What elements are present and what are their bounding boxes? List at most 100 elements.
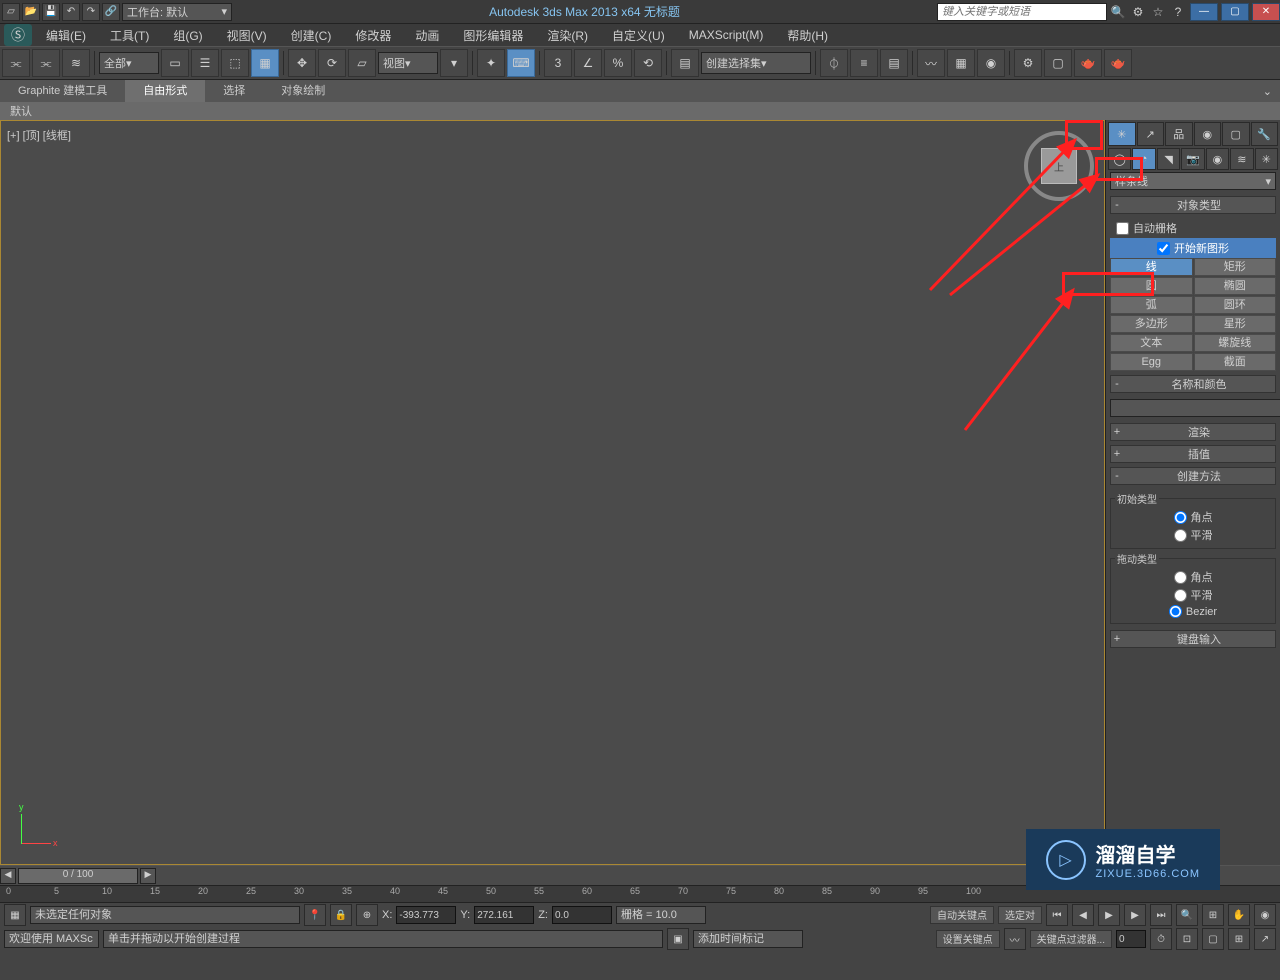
lock-selection-icon[interactable]: 📍 — [304, 904, 326, 926]
comm-center-icon2[interactable]: ▣ — [667, 928, 689, 950]
menu-group[interactable]: 组(G) — [161, 27, 214, 44]
ribbon-tab-object-paint[interactable]: 对象绘制 — [263, 80, 343, 102]
next-frame-icon[interactable]: ▶ — [1124, 904, 1146, 926]
layer-manager-icon[interactable]: ▤ — [880, 49, 908, 77]
keyboard-shortcut-override-icon[interactable]: ⌨ — [507, 49, 535, 77]
select-object-icon[interactable]: ▭ — [161, 49, 189, 77]
select-scale-icon[interactable]: ▱ — [348, 49, 376, 77]
rendered-frame-icon[interactable]: ▢ — [1044, 49, 1072, 77]
favorites-icon[interactable]: ☆ — [1149, 3, 1167, 21]
viewcube-face-top[interactable]: 上 — [1041, 148, 1077, 184]
menu-animation[interactable]: 动画 — [403, 27, 451, 44]
goto-start-icon[interactable]: ⏮ — [1046, 904, 1068, 926]
percent-snap-icon[interactable]: % — [604, 49, 632, 77]
rollout-creation-method[interactable]: -创建方法 — [1110, 467, 1276, 485]
viewport-top[interactable]: [+] [顶] [线框] 上 xy — [0, 120, 1105, 865]
menu-views[interactable]: 视图(V) — [215, 27, 279, 44]
rollout-interpolation[interactable]: +插值 — [1110, 445, 1276, 463]
pan-icon[interactable]: ✋ — [1228, 904, 1250, 926]
play-icon[interactable]: ▶ — [1098, 904, 1120, 926]
close-button[interactable]: ✕ — [1252, 3, 1280, 21]
cat-systems-icon[interactable]: ✳ — [1255, 148, 1278, 170]
maximize-button[interactable]: ▢ — [1221, 3, 1249, 21]
coord-x-input[interactable] — [396, 906, 456, 924]
ribbon-sub-default[interactable]: 默认 — [0, 102, 1280, 120]
cat-lights-icon[interactable]: ◥ — [1157, 148, 1180, 170]
cat-helpers-icon[interactable]: ◉ — [1206, 148, 1229, 170]
add-time-tag[interactable]: 添加时间标记 — [693, 930, 803, 948]
viewport-label[interactable]: [+] [顶] [线框] — [7, 127, 71, 143]
cat-geometry-icon[interactable]: ◯ — [1108, 148, 1131, 170]
rollout-object-type[interactable]: -对象类型 — [1110, 196, 1276, 214]
render-setup-icon[interactable]: ⚙ — [1014, 49, 1042, 77]
schematic-view-icon[interactable]: ▦ — [947, 49, 975, 77]
cat-spacewarps-icon[interactable]: ≋ — [1230, 148, 1253, 170]
curve-editor-icon[interactable]: 〰 — [917, 49, 945, 77]
undo-icon[interactable]: ↶ — [62, 3, 80, 21]
comm-center-icon[interactable]: ⚙ — [1129, 3, 1147, 21]
render-production-icon[interactable]: 🫖 — [1074, 49, 1102, 77]
drag-smooth-radio[interactable] — [1174, 589, 1187, 602]
ribbon-tab-graphite[interactable]: Graphite 建模工具 — [0, 80, 125, 102]
ribbon-expand-icon[interactable]: ⌄ — [1255, 85, 1280, 98]
open-file-icon[interactable]: 📂 — [22, 3, 40, 21]
select-region-rect-icon[interactable]: ⬚ — [221, 49, 249, 77]
obj-egg-button[interactable]: Egg — [1110, 353, 1193, 371]
time-slider-next[interactable]: ▶ — [140, 868, 156, 884]
panel-tab-display[interactable]: ▢ — [1222, 122, 1250, 146]
key-mode-icon[interactable]: 〰 — [1004, 928, 1026, 950]
drag-bezier-radio[interactable] — [1169, 605, 1182, 618]
menu-customize[interactable]: 自定义(U) — [600, 27, 677, 44]
new-file-icon[interactable]: ▱ — [2, 3, 20, 21]
obj-text-button[interactable]: 文本 — [1110, 334, 1193, 352]
start-new-shape-checkbox[interactable] — [1157, 242, 1170, 255]
obj-circle-button[interactable]: 圆 — [1110, 277, 1193, 295]
menu-edit[interactable]: 编辑(E) — [34, 27, 98, 44]
save-file-icon[interactable]: 💾 — [42, 3, 60, 21]
menu-rendering[interactable]: 渲染(R) — [535, 27, 600, 44]
fov-icon[interactable]: ▢ — [1202, 928, 1224, 950]
selected-button[interactable]: 选定对 — [998, 906, 1042, 924]
select-manipulate-icon[interactable]: ✦ — [477, 49, 505, 77]
align-icon[interactable]: ≡ — [850, 49, 878, 77]
window-crossing-icon[interactable]: ▦ — [251, 49, 279, 77]
maximize-viewport-icon[interactable]: ⊞ — [1228, 928, 1250, 950]
cat-shapes-icon[interactable]: ◔ — [1132, 148, 1155, 170]
initial-corner-radio[interactable] — [1174, 511, 1187, 524]
min-max-toggle-icon[interactable]: ↗ — [1254, 928, 1276, 950]
named-selset-dropdown[interactable]: 创建选择集 ▾ — [701, 52, 811, 74]
link-tool-icon[interactable]: ⫘ — [2, 49, 30, 77]
help-search-input[interactable] — [937, 3, 1107, 21]
goto-end-icon[interactable]: ⏭ — [1150, 904, 1172, 926]
snap-toggle-3-icon[interactable]: 3 — [544, 49, 572, 77]
ribbon-tab-freeform[interactable]: 自由形式 — [125, 80, 205, 102]
unlink-tool-icon[interactable]: ⫘ — [32, 49, 60, 77]
pivot-center-icon[interactable]: ▾ — [440, 49, 468, 77]
obj-ellipse-button[interactable]: 椭圆 — [1194, 277, 1277, 295]
drag-corner-radio[interactable] — [1174, 571, 1187, 584]
menu-maxscript[interactable]: MAXScript(M) — [677, 28, 776, 42]
cat-cameras-icon[interactable]: 📷 — [1181, 148, 1204, 170]
panel-tab-create[interactable]: ✳ — [1108, 122, 1136, 146]
mini-listener-output[interactable]: 欢迎使用 MAXSc — [4, 930, 99, 948]
selection-lock-icon[interactable]: 🔒 — [330, 904, 352, 926]
help-icon[interactable]: ? — [1169, 3, 1187, 21]
obj-line-button[interactable]: 线 — [1110, 258, 1193, 276]
autogrid-checkbox[interactable] — [1116, 222, 1129, 235]
auto-key-button[interactable]: 自动关键点 — [930, 906, 994, 924]
zoom-icon[interactable]: 🔍 — [1176, 904, 1198, 926]
obj-ngon-button[interactable]: 多边形 — [1110, 315, 1193, 333]
render-iterative-icon[interactable]: 🫖 — [1104, 49, 1132, 77]
rollout-name-color[interactable]: -名称和颜色 — [1110, 375, 1276, 393]
angle-snap-icon[interactable]: ∠ — [574, 49, 602, 77]
material-editor-icon[interactable]: ◉ — [977, 49, 1005, 77]
select-move-icon[interactable]: ✥ — [288, 49, 316, 77]
key-filters-button[interactable]: 关键点过滤器... — [1030, 930, 1112, 948]
absolute-transform-icon[interactable]: ⊕ — [356, 904, 378, 926]
obj-donut-button[interactable]: 圆环 — [1194, 296, 1277, 314]
menu-modifiers[interactable]: 修改器 — [343, 27, 403, 44]
bind-spacewarp-icon[interactable]: ≋ — [62, 49, 90, 77]
obj-rectangle-button[interactable]: 矩形 — [1194, 258, 1277, 276]
search-icon[interactable]: 🔍 — [1109, 3, 1127, 21]
panel-tab-modify[interactable]: ↗ — [1137, 122, 1165, 146]
